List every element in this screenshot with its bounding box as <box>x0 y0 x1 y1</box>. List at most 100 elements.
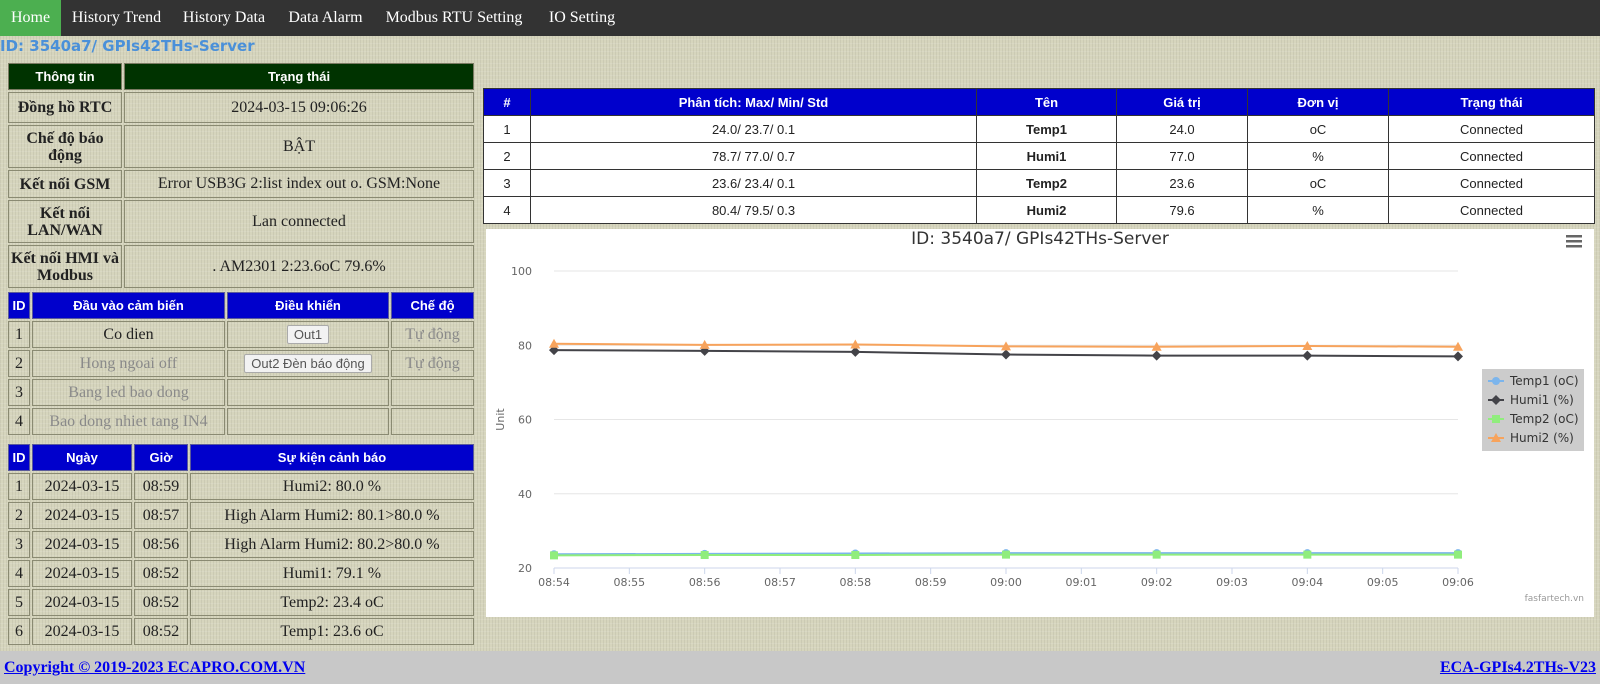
meas-status: Connected <box>1388 196 1595 224</box>
ctrl-header-mode: Chế độ <box>391 292 474 319</box>
nav-history-data[interactable]: History Data <box>172 0 276 36</box>
meas-stats: 80.4/ 79.5/ 0.3 <box>530 196 977 224</box>
chart-credits: fasfartech.vn <box>1525 594 1584 604</box>
out1-button[interactable]: Out1 <box>286 325 330 344</box>
x-tick-label: 08:56 <box>689 576 721 589</box>
alarm-header-event: Sự kiện cảnh báo <box>190 444 474 471</box>
nav-history-trend[interactable]: History Trend <box>61 0 172 36</box>
io-control-cell <box>227 408 389 435</box>
footer: Copyright © 2019-2023 ECAPRO.COM.VN ECA-… <box>0 651 1600 684</box>
alarm-date: 2024-03-15 <box>32 502 132 529</box>
io-control-table: ID Đầu vào cảm biến Điều khiển Chế độ 1 … <box>6 290 476 437</box>
meas-unit: oC <box>1247 115 1389 143</box>
alarm-date: 2024-03-15 <box>32 531 132 558</box>
info-label: Đồng hồ RTC <box>8 92 122 123</box>
alarm-time: 08:59 <box>134 473 188 500</box>
alarm-time: 08:52 <box>134 589 188 616</box>
nav-data-alarm[interactable]: Data Alarm <box>276 0 375 36</box>
meas-header-stats: Phân tích: Max/ Min/ Std <box>530 88 977 116</box>
data-point <box>1302 350 1313 361</box>
alarm-row: 3 2024-03-15 08:56 High Alarm Humi2: 80.… <box>8 531 474 558</box>
y-axis-label: Unit <box>494 408 507 431</box>
alarm-time: 08:52 <box>134 618 188 645</box>
meas-value: 79.6 <box>1116 196 1248 224</box>
hamburger-icon[interactable] <box>1566 235 1582 248</box>
out2-alarm-light-button[interactable]: Out2 Đèn báo động <box>244 354 372 373</box>
alarm-event: Temp2: 23.4 oC <box>190 589 474 616</box>
meas-unit: % <box>1247 196 1389 224</box>
top-nav-bar: Home History Trend History Data Data Ala… <box>0 0 1600 36</box>
data-point <box>1002 550 1010 559</box>
meas-number: 1 <box>483 115 531 143</box>
data-point <box>1303 550 1312 559</box>
info-table: Thông tin Trạng thái Đồng hồ RTC 2024-03… <box>6 61 476 290</box>
io-row: 3 Bang led bao dong <box>8 379 474 406</box>
meas-unit: oC <box>1247 169 1389 197</box>
io-row: 2 Hong ngoai off Out2 Đèn báo động Tự độ… <box>8 350 474 377</box>
info-row-rtc: Đồng hồ RTC 2024-03-15 09:06:26 <box>8 92 474 123</box>
alarm-row: 4 2024-03-15 08:52 Humi1: 79.1 % <box>8 560 474 587</box>
meas-stats: 78.7/ 77.0/ 0.7 <box>530 142 977 170</box>
io-id: 4 <box>8 408 30 435</box>
info-header-status: Trạng thái <box>124 63 474 90</box>
nav-home[interactable]: Home <box>0 0 61 36</box>
io-row: 1 Co dien Out1 Tự động <box>8 321 474 348</box>
info-value: 2024-03-15 09:06:26 <box>124 92 474 123</box>
data-point <box>1454 550 1462 559</box>
hamburger-bar <box>1566 240 1582 243</box>
alarm-id: 5 <box>8 589 30 616</box>
x-tick-label: 09:01 <box>1065 576 1097 589</box>
info-row-alarm-mode: Chế độ báo động BẬT <box>8 125 474 168</box>
trend-chart: ID: 3540a7/ GPIs42THs-Server 20 40 60 80 100 U… <box>494 229 1584 604</box>
meas-number: 3 <box>483 169 531 197</box>
alarm-events-table: ID Ngày Giờ Sự kiện cảnh báo 1 2024-03-1… <box>6 442 476 647</box>
io-mode <box>391 408 474 435</box>
measurement-row: 2 78.7/ 77.0/ 0.7 Humi1 77.0 % Connected <box>483 142 1595 170</box>
copyright-link[interactable]: Copyright © 2019-2023 ECAPRO.COM.VN <box>4 659 305 677</box>
meas-value: 77.0 <box>1116 142 1248 170</box>
io-id: 3 <box>8 379 30 406</box>
trend-chart-container: ID: 3540a7/ GPIs42THs-Server 20 40 60 80 100 U… <box>486 229 1594 617</box>
alarm-row: 5 2024-03-15 08:52 Temp2: 23.4 oC <box>8 589 474 616</box>
io-input: Hong ngoai off <box>32 350 225 377</box>
meas-status: Connected <box>1388 169 1595 197</box>
meas-number: 4 <box>483 196 531 224</box>
legend-item-label: Humi1 (%) <box>1510 393 1574 407</box>
alarm-event: Humi1: 79.1 % <box>190 560 474 587</box>
chart-title: ID: 3540a7/ GPIs42THs-Server <box>911 229 1169 249</box>
meas-name: Temp2 <box>976 169 1117 197</box>
y-tick-label: 20 <box>518 562 532 575</box>
alarm-event: High Alarm Humi2: 80.1>80.0 % <box>190 502 474 529</box>
info-value: BẬT <box>124 125 474 168</box>
nav-io-setting[interactable]: IO Setting <box>533 0 631 36</box>
meas-header-status: Trạng thái <box>1388 88 1595 116</box>
legend-item-label: Temp2 (oC) <box>1509 412 1579 426</box>
y-tick-label: 100 <box>511 265 532 278</box>
alarm-date: 2024-03-15 <box>32 589 132 616</box>
data-point <box>700 551 709 560</box>
alarm-id: 6 <box>8 618 30 645</box>
info-row-hmi: Kết nối HMI và Modbus . AM2301 2:23.6oC … <box>8 245 474 288</box>
info-label: Chế độ báo động <box>8 125 122 168</box>
x-tick-label: 09:04 <box>1291 576 1323 589</box>
meas-value: 24.0 <box>1116 115 1248 143</box>
version-link[interactable]: ECA-GPIs4.2THs-V23 <box>1440 659 1596 677</box>
data-point <box>1492 377 1500 385</box>
alarm-time: 08:52 <box>134 560 188 587</box>
alarm-time: 08:57 <box>134 502 188 529</box>
alarm-header-time: Giờ <box>134 444 188 471</box>
meas-status: Connected <box>1388 142 1595 170</box>
meas-value: 23.6 <box>1116 169 1248 197</box>
nav-modbus-rtu-setting[interactable]: Modbus RTU Setting <box>375 0 533 36</box>
meas-unit: % <box>1247 142 1389 170</box>
measurement-table: # Phân tích: Max/ Min/ Std Tên Giá trị Đ… <box>483 88 1595 224</box>
info-value: Lan connected <box>124 200 474 243</box>
alarm-header-date: Ngày <box>32 444 132 471</box>
y-tick-label: 40 <box>518 488 532 501</box>
alarm-id: 2 <box>8 502 30 529</box>
meas-name: Temp1 <box>976 115 1117 143</box>
io-id: 2 <box>8 350 30 377</box>
io-control-cell <box>227 379 389 406</box>
alarm-date: 2024-03-15 <box>32 473 132 500</box>
io-input: Bao dong nhiet tang IN4 <box>32 408 225 435</box>
